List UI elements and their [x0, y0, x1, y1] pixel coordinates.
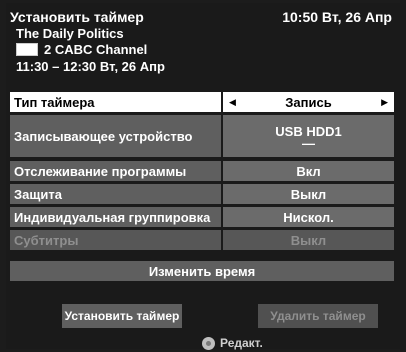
row-subtitles: Субтитры Выкл — [10, 230, 394, 250]
channel-logo-icon — [16, 43, 38, 56]
timer-type-selector[interactable]: ◀ Запись ▶ — [223, 92, 394, 112]
set-timer-button[interactable]: Установить таймер — [62, 304, 182, 328]
row-value: Выкл — [223, 230, 394, 250]
row-individual-grouping[interactable]: Индивидуальная группировка Нискол. — [10, 207, 394, 227]
row-program-tracking[interactable]: Отслеживание программы Вкл — [10, 161, 394, 181]
row-value: Запись — [285, 94, 332, 110]
row-recording-device[interactable]: Записывающее устройство USB HDD1 — — [10, 115, 394, 157]
row-protection[interactable]: Защита Выкл — [10, 184, 394, 204]
edit-hint-label: Редакт. — [220, 336, 263, 350]
row-label: Тип таймера — [10, 92, 221, 112]
row-label: Субтитры — [10, 230, 221, 250]
page-title: Установить таймер — [10, 9, 144, 25]
row-label: Индивидуальная группировка — [10, 207, 221, 227]
row-label: Записывающее устройство — [10, 115, 221, 157]
timer-panel: Установить таймер 10:50 Вт, 26 Апр The D… — [6, 3, 400, 350]
program-time: 11:30 – 12:30 Вт, 26 Апр — [16, 59, 165, 74]
delete-timer-button: Удалить таймер — [258, 304, 378, 328]
clock: 10:50 Вт, 26 Апр — [282, 9, 392, 25]
row-label: Отслеживание программы — [10, 161, 221, 181]
edit-hint: Редакт. — [202, 336, 263, 350]
row-value[interactable]: Выкл — [223, 184, 394, 204]
program-name: The Daily Politics — [16, 26, 124, 41]
right-arrow-icon[interactable]: ▶ — [381, 97, 388, 108]
row-value[interactable]: Вкл — [223, 161, 394, 181]
row-timer-type[interactable]: Тип таймера ◀ Запись ▶ — [10, 92, 394, 112]
recording-device-value[interactable]: USB HDD1 — — [223, 115, 394, 157]
ok-button-icon — [202, 336, 215, 350]
left-arrow-icon[interactable]: ◀ — [229, 97, 236, 108]
change-time-button[interactable]: Изменить время — [10, 261, 394, 281]
channel-line: 2 CABC Channel — [16, 42, 147, 57]
row-value-secondary: — — [302, 135, 315, 151]
row-label: Защита — [10, 184, 221, 204]
channel-name: 2 CABC Channel — [44, 42, 148, 57]
row-value[interactable]: Нискол. — [223, 207, 394, 227]
